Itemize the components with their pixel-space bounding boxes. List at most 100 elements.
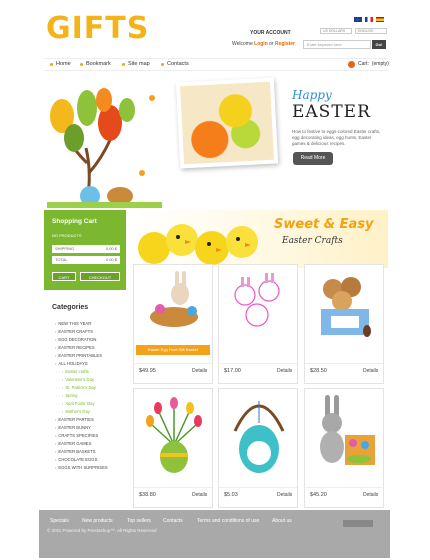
site-logo[interactable]: GIFTS [46,12,149,46]
cart-button[interactable]: CART [52,272,76,281]
nav-bullet-icon [80,62,83,66]
category-item[interactable]: › EGG DECORATION [55,336,108,344]
footer-link-contacts[interactable]: Contacts [163,518,183,524]
nav-site-map-label: Site map [128,61,150,67]
nav-bookmark-label: Bookmark [86,61,111,67]
nav-bullet-icon [122,62,125,66]
subcategory-item[interactable]: › Mother's Day [55,408,108,416]
subcategory-item[interactable]: › April Fools' Day [55,400,108,408]
product-card: $28.50 Details [304,264,384,384]
banner-headline: Sweet & Easy [274,217,374,232]
bunny-gift-basket-image[interactable] [144,269,204,329]
cart-icon [348,60,355,68]
footer-link-about[interactable]: About us [272,518,292,524]
easter-eggs-photo [180,81,274,165]
hero-easter-title: EASTER [292,102,371,122]
bunny-cupcakes-image[interactable] [227,273,291,333]
bullet-icon: › [55,441,57,446]
bullet-icon: › [55,353,57,358]
add-to-cart-button[interactable]: Easter Egg Hunt Gift Basket [136,345,210,355]
search-go-button[interactable]: Go! [372,40,386,49]
easter-tree-illustration [47,88,162,208]
product-details-link[interactable]: Details [277,368,292,374]
product-divider [134,487,212,488]
product-card: $45.20 Details [304,388,384,508]
nav-bullet-icon [50,62,53,66]
category-item[interactable]: › EGGS WITH SURPRISES [55,464,108,472]
nav-home[interactable]: Home [50,60,71,68]
category-item[interactable]: › CHOCOLATE EGGS [55,456,108,464]
footer-copyright: © 2011 Powered by Prestashop™. All Right… [47,528,157,533]
product-details-link[interactable]: Details [192,368,207,374]
egg-ornament-image[interactable] [225,391,293,477]
cart-total-row: TOTAL 0.00 $ [52,256,120,264]
header-cart-link[interactable]: Cart: (empty) [348,60,389,68]
product-details-link[interactable]: Details [192,492,207,498]
product-price: $28.50 [310,368,327,374]
footer-link-specials[interactable]: Specials [50,518,69,524]
bullet-icon: › [55,433,57,438]
search-input[interactable]: Enter keyword here [303,40,371,49]
product-price: $38.80 [139,492,156,498]
your-account-heading[interactable]: YOUR ACCOUNT [250,30,291,36]
login-separator: or [269,41,274,47]
nav-home-label: Home [56,61,71,67]
product-divider [219,487,297,488]
bunny-plush-basket-image[interactable] [309,395,381,475]
subcategory-item[interactable]: › Spring [55,392,108,400]
product-card: Easter Egg Hunt Gift Basket $49.95 Detai… [133,264,213,384]
subcategory-item[interactable]: › Easter crafts [55,368,108,376]
product-price: $49.95 [139,368,156,374]
category-item[interactable]: › EASTER BASKETS [55,448,108,456]
category-item[interactable]: › EASTER PARTIES [55,416,108,424]
subcategory-item[interactable]: › Valentine's Day [55,376,108,384]
nav-site-map[interactable]: Site map [122,60,150,68]
subcategory-item[interactable]: › St. Patrick's Day [55,384,108,392]
welcome-text: Welcome Login or Register [232,41,295,47]
footer-link-top-sellers[interactable]: Top sellers [127,518,151,524]
category-item[interactable]: › ALL HOLIDAYS [55,360,108,368]
nav-contacts-label: Contacts [167,61,189,67]
category-item[interactable]: › EASTER GAMES [55,440,108,448]
register-link[interactable]: Register [275,41,295,47]
bullet-icon: › [62,393,64,398]
category-item[interactable]: › EASTER PRINTABLES [55,352,108,360]
bullet-icon: › [55,425,57,430]
category-item[interactable]: › EASTER CRAFTS [55,328,108,336]
product-price: $17.00 [224,368,241,374]
product-price: $45.20 [310,492,327,498]
cart-label: Cart: [358,61,369,67]
category-item[interactable]: › EASTER RECIPES [55,344,108,352]
language-flags [354,17,384,22]
product-details-link[interactable]: Details [363,492,378,498]
language-select[interactable]: ENGLISH [355,28,387,34]
hero-photo-frame [175,77,279,169]
flag-fr-icon[interactable] [365,17,373,22]
category-item[interactable]: › CRAFTS SPECIFIES [55,432,108,440]
shopping-cart-title[interactable]: Shopping Cart [52,218,97,225]
tulips-egg-vase-image[interactable] [140,395,208,475]
footer-link-terms[interactable]: Terms and conditions of use [197,518,259,524]
banner-subheadline: Easter Crafts [282,236,343,246]
category-item[interactable]: › EASTER BUNNY [55,424,108,432]
category-item[interactable]: › NEW THIS YEAR [55,320,108,328]
product-details-link[interactable]: Details [277,492,292,498]
hero-happy-text: Happy [292,88,332,102]
flag-es-icon[interactable] [376,17,384,22]
bullet-icon: › [62,409,64,414]
checkout-button[interactable]: CHECKOUT [80,272,120,281]
footer-link-new-products[interactable]: New products [82,518,113,524]
shipping-value: 0.00 $ [105,246,117,251]
cookie-gift-box-image[interactable] [313,271,377,341]
login-link[interactable]: Login [254,41,268,47]
nav-bookmark[interactable]: Bookmark [80,60,111,68]
nav-contacts[interactable]: Contacts [161,60,189,68]
read-more-button[interactable]: Read More [293,152,333,165]
product-details-link[interactable]: Details [363,368,378,374]
footer-badge [343,520,373,527]
product-card: $17.00 Details [218,264,298,384]
product-divider [305,487,383,488]
flag-uk-icon[interactable] [354,17,362,22]
bullet-icon: › [55,361,57,366]
currency-select[interactable]: US DOLLARS [320,28,352,34]
